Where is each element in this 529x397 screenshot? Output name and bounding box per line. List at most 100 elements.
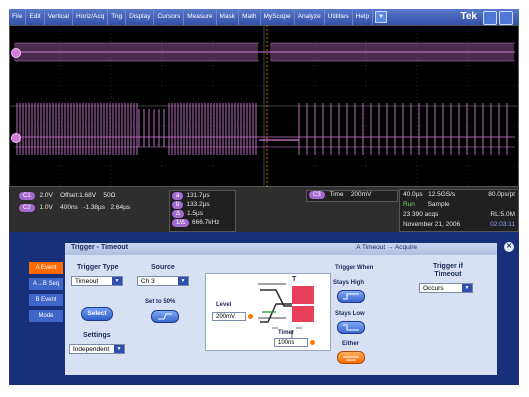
timer-knob-icon[interactable] <box>310 340 315 345</box>
stays-high-button[interactable] <box>337 290 365 303</box>
stays-low-button[interactable] <box>337 321 365 334</box>
cursor-freq: 1/Δ 666.7kHz <box>172 219 219 227</box>
menu-vertical[interactable]: Vertical <box>45 9 74 25</box>
panel-body: Trigger Type Timeout ▼ Select Settings I… <box>65 255 497 375</box>
acquisition-readout[interactable]: 40.0µs 12.5GS/s 80.0ps/pt Run Sample 23 … <box>399 189 519 232</box>
trigger-if-label: Trigger if Timeout <box>433 263 463 278</box>
time-readout-line: C3 Time 200mV <box>309 191 371 199</box>
cursor-freq-value: 666.7kHz <box>192 219 220 226</box>
ch2-volts: 1.0V <box>39 204 53 211</box>
chevron-down-icon: ▼ <box>112 277 122 285</box>
time-label: Time <box>329 191 344 198</box>
settings-label: Settings <box>83 332 111 339</box>
settings-select[interactable]: Independent ▼ <box>69 344 125 354</box>
menu-file[interactable]: File <box>9 9 27 25</box>
acq-line-2: Run Sample <box>403 201 450 208</box>
trigger-type-select[interactable]: Timeout ▼ <box>71 276 123 286</box>
cursor-readout[interactable]: a 131.7µs b 133.2µs Δ 1.5µs 1/Δ 666.7kHz <box>169 190 236 232</box>
acq-line-1: 40.0µs 12.5GS/s <box>403 191 455 198</box>
menu-measure[interactable]: Measure <box>184 9 217 25</box>
menu-cursors[interactable]: Cursors <box>154 9 185 25</box>
menu-myscope[interactable]: MyScope <box>261 9 295 25</box>
timer-value: 100ns <box>278 340 295 346</box>
menu-bar: File Edit Vertical Horiz/Acq Trig Displa… <box>9 9 519 25</box>
cursor-delta-badge: Δ <box>172 210 185 218</box>
time-value: 200mV <box>350 191 372 198</box>
panel-subtitle: A Timeout → Acquire <box>356 244 417 251</box>
either-label: Either <box>342 341 360 347</box>
menu-horiz-acq[interactable]: Horiz/Acq <box>73 9 109 25</box>
help-dropdown-icon[interactable]: ▼ <box>375 11 388 23</box>
select-button[interactable]: Select <box>81 307 113 321</box>
tab-a-event[interactable]: A Event <box>29 262 63 274</box>
timer-field[interactable]: 100ns <box>274 338 308 347</box>
cursor-b-value: 133.2µs <box>186 201 210 208</box>
ch1-badge: C1 <box>19 192 35 200</box>
either-button[interactable] <box>337 351 365 364</box>
acq-record-length: RL:5.0M <box>490 211 515 218</box>
ch2-readout[interactable]: C2 1.0V 400ns -1.38µs 2.64µs <box>19 204 130 212</box>
ch1-readout[interactable]: C1 2.0V Offset:1.68V 50Ω <box>19 192 115 200</box>
minimize-button[interactable] <box>483 11 497 25</box>
cursor-freq-badge: 1/Δ <box>172 219 190 227</box>
cursor-delta-value: 1.5µs <box>187 210 204 217</box>
ch1-offset: Offset:1.68V <box>60 192 97 199</box>
level-field[interactable]: 200mV <box>212 312 246 321</box>
acq-rate: 12.5GS/s <box>428 191 456 198</box>
ch2-pos2: 2.64µs <box>110 204 131 211</box>
source-label: Source <box>151 264 175 271</box>
stays-low-icon <box>343 324 359 331</box>
menu-display[interactable]: Display <box>126 9 155 25</box>
acq-mode: Sample <box>427 201 450 208</box>
app-window: File Edit Vertical Horiz/Acq Trig Displa… <box>0 0 529 397</box>
tab-mode[interactable]: Mode <box>29 310 63 322</box>
tab-ab-seq[interactable]: A→B Seq <box>29 278 63 290</box>
cursor-a: a 131.7µs <box>172 192 210 200</box>
level-knob-icon[interactable] <box>248 314 253 319</box>
source-select[interactable]: Ch 3 ▼ <box>137 276 189 286</box>
timer-label: Timer <box>278 330 295 336</box>
cursor-a-badge: a <box>172 192 184 200</box>
menu-mask[interactable]: Mask <box>217 9 240 25</box>
ch2-time: 400ns <box>60 204 78 211</box>
panel-header: Trigger - Timeout A Timeout → Acquire <box>65 243 497 255</box>
ch-marker-bottom-icon[interactable] <box>11 133 21 143</box>
cursor-b-badge: b <box>172 201 184 209</box>
source-value: Ch 3 <box>141 278 155 285</box>
stays-high-icon <box>343 293 359 300</box>
cursor-delta: Δ 1.5µs <box>172 210 203 218</box>
acq-pt: 80.0ps/pt <box>488 191 515 198</box>
acq-clock: 02:03:11 <box>490 221 515 228</box>
acq-count: 23 390 acqs <box>403 211 439 218</box>
waveform-display[interactable] <box>9 25 519 187</box>
cursor-a-value: 131.7µs <box>186 192 210 199</box>
readout-bar: C1 2.0V Offset:1.68V 50Ω C2 1.0V 400ns -… <box>9 187 519 232</box>
panel-close-icon[interactable]: ✕ <box>504 242 514 252</box>
menu-edit[interactable]: Edit <box>26 9 45 25</box>
ch2-pos1: -1.38µs <box>83 204 106 211</box>
acq-timebase: 40.0µs <box>403 191 423 198</box>
menu-trig[interactable]: Trig <box>108 9 127 25</box>
menu-analyze[interactable]: Analyze <box>295 9 325 25</box>
ch1-impedance: 50Ω <box>103 192 116 199</box>
trigger-when-label: Trigger When <box>335 265 374 271</box>
brand-logo: Tek <box>460 11 478 22</box>
set-50-button[interactable] <box>151 310 179 323</box>
set50-label: Set to 50% <box>145 299 176 305</box>
trigger-panel: Trigger - Timeout A Timeout → Acquire ✕ … <box>9 232 519 385</box>
level-label: Level <box>216 302 232 308</box>
tab-b-event[interactable]: B Event <box>29 294 63 306</box>
trigger-type-value: Timeout <box>75 278 99 285</box>
time-readout[interactable]: C3 Time 200mV <box>306 190 398 202</box>
level-value: 200mV <box>216 314 236 320</box>
ch-marker-top-icon[interactable] <box>11 48 21 58</box>
menu-math[interactable]: Math <box>239 9 261 25</box>
acq-date: November 21, 2006 <box>403 221 461 228</box>
window-close-button[interactable] <box>499 11 513 25</box>
trigger-type-label: Trigger Type <box>77 264 119 271</box>
menu-help[interactable]: Help <box>353 9 374 25</box>
cursor-b: b 133.2µs <box>172 201 210 209</box>
menu-utilities[interactable]: Utilities <box>325 9 353 25</box>
trigger-if-select[interactable]: Occurs ▼ <box>419 283 473 293</box>
settings-value: Independent <box>73 346 110 353</box>
